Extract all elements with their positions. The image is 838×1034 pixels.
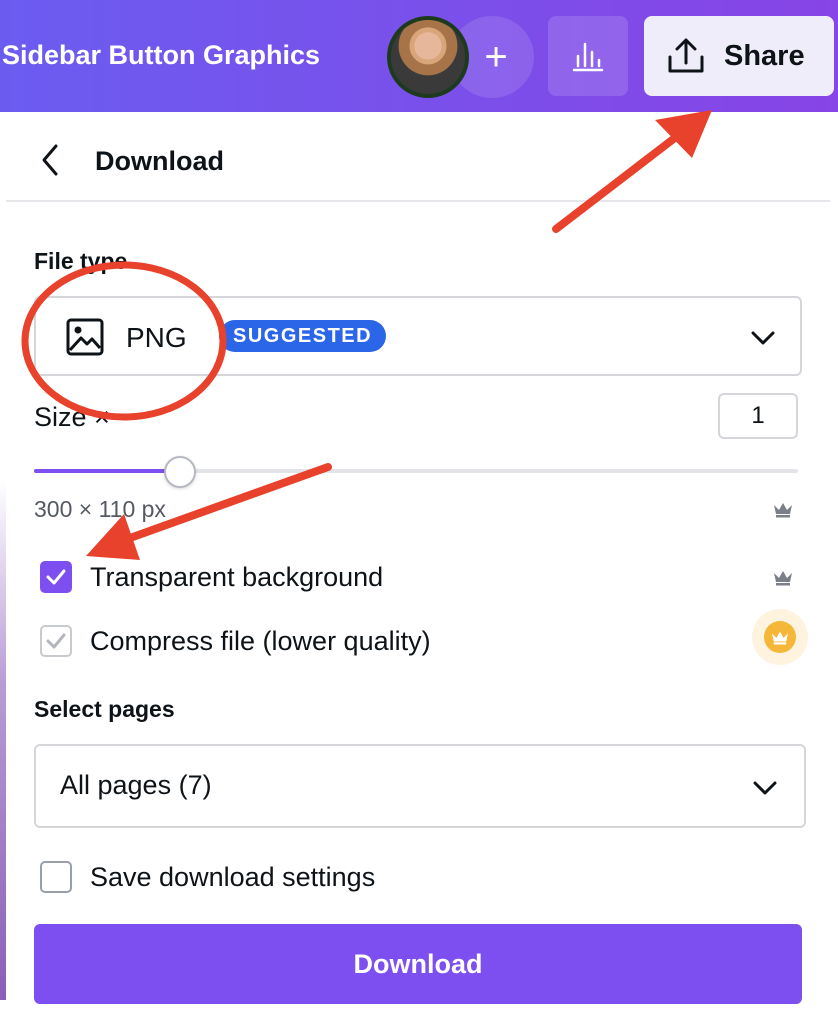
image-icon bbox=[66, 318, 104, 356]
panel-title: Download bbox=[95, 146, 224, 176]
transparent-background-option[interactable]: Transparent background bbox=[40, 557, 383, 597]
upload-icon bbox=[668, 38, 704, 73]
crown-icon bbox=[774, 503, 792, 518]
panel-header: Download bbox=[6, 112, 830, 202]
dimensions-text: 300 × 110 px bbox=[34, 496, 166, 522]
checkmark-icon bbox=[46, 569, 66, 585]
save-settings-option[interactable]: Save download settings bbox=[40, 857, 375, 897]
file-type-select[interactable]: PNG SUGGESTED bbox=[34, 296, 802, 376]
select-pages-label: Select pages bbox=[34, 696, 175, 722]
plus-icon: + bbox=[484, 34, 508, 79]
top-bar: Sidebar Button Graphics + Share bbox=[0, 0, 838, 112]
download-panel: Download File type PNG SUGGESTED Size × … bbox=[6, 112, 838, 1034]
save-settings-label: Save download settings bbox=[90, 861, 376, 892]
select-pages-dropdown[interactable]: All pages (7) bbox=[34, 744, 806, 828]
transparent-background-checkbox[interactable] bbox=[40, 561, 72, 593]
download-button[interactable]: Download bbox=[34, 924, 802, 1004]
suggested-badge: SUGGESTED bbox=[219, 320, 387, 352]
pro-badge[interactable] bbox=[752, 609, 808, 665]
size-slider-fill bbox=[34, 469, 180, 473]
size-slider-thumb[interactable] bbox=[164, 456, 196, 488]
chevron-left-icon bbox=[42, 144, 58, 176]
crown-icon bbox=[774, 571, 792, 586]
document-title[interactable]: Sidebar Button Graphics bbox=[2, 40, 320, 71]
compress-file-label: Compress file (lower quality) bbox=[90, 625, 431, 656]
size-slider-track[interactable] bbox=[34, 469, 798, 473]
size-multiplier-input[interactable]: 1 bbox=[718, 393, 798, 439]
chevron-down-icon bbox=[751, 331, 775, 345]
compress-file-checkbox[interactable] bbox=[40, 625, 72, 657]
compress-file-option[interactable]: Compress file (lower quality) bbox=[40, 621, 431, 661]
checkmark-icon bbox=[46, 633, 66, 649]
transparent-background-label: Transparent background bbox=[90, 561, 384, 592]
insights-button[interactable] bbox=[548, 16, 628, 96]
bar-chart-icon bbox=[572, 42, 604, 72]
back-button[interactable] bbox=[34, 140, 66, 180]
size-label: Size × bbox=[34, 402, 110, 432]
user-photo bbox=[391, 20, 465, 94]
file-type-value: PNG bbox=[126, 322, 187, 353]
chevron-down-icon bbox=[753, 781, 777, 795]
save-settings-checkbox[interactable] bbox=[40, 861, 72, 893]
avatar[interactable] bbox=[387, 16, 469, 98]
share-button[interactable]: Share bbox=[644, 16, 834, 96]
crown-icon bbox=[772, 631, 788, 645]
share-label: Share bbox=[724, 39, 805, 72]
file-type-label: File type bbox=[34, 248, 128, 274]
select-pages-value: All pages (7) bbox=[60, 770, 212, 800]
